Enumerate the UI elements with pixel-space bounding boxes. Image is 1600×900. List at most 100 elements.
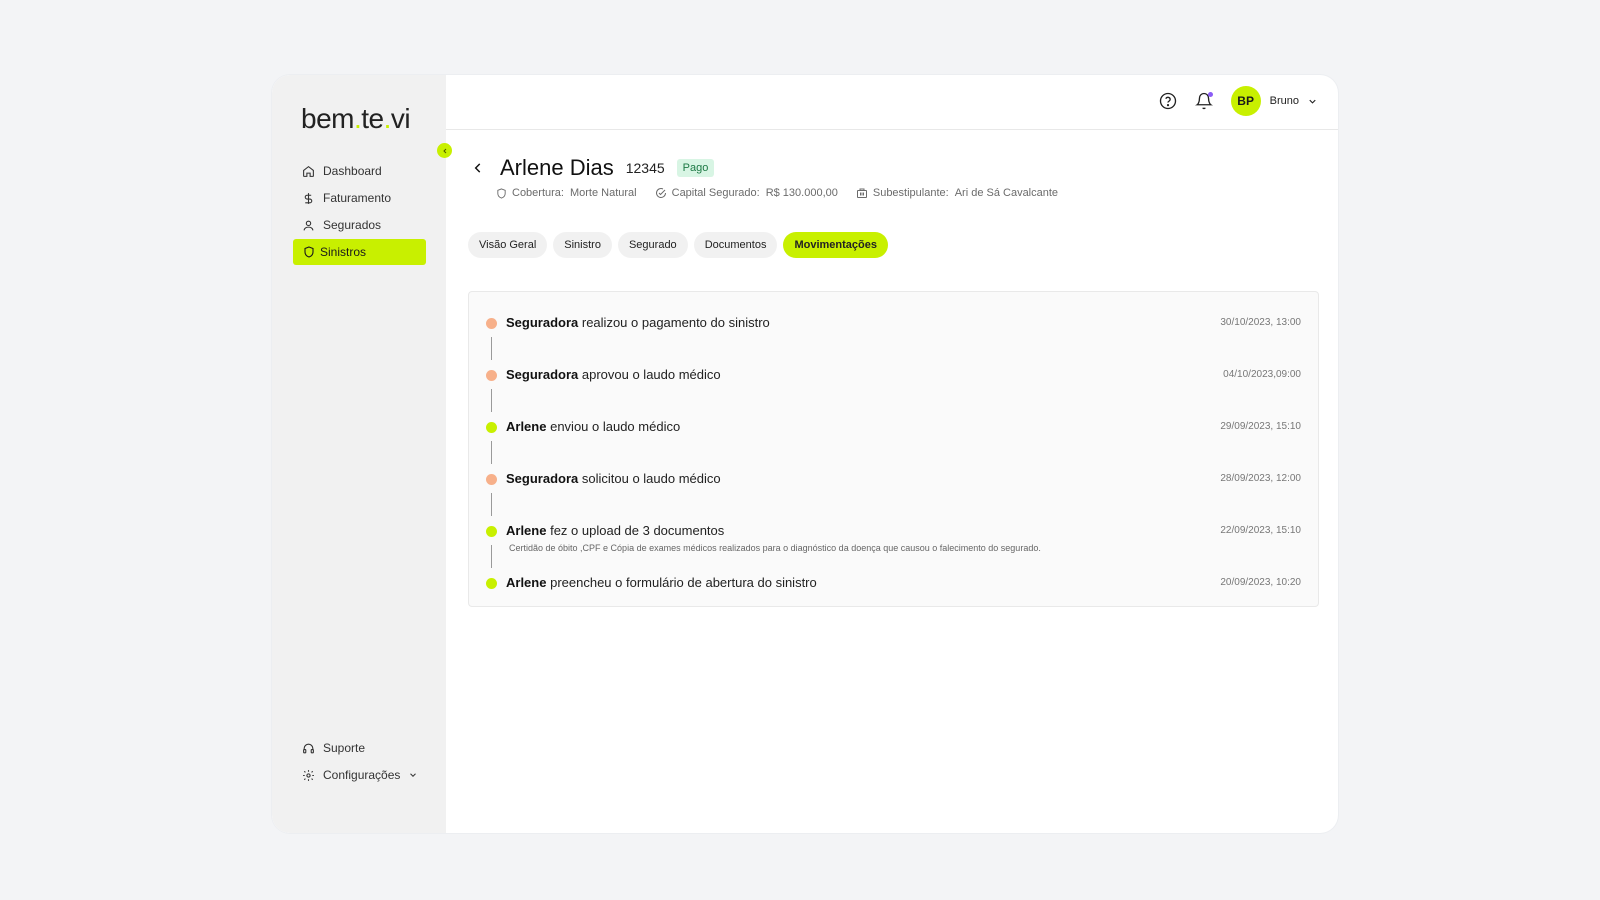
event-text: Arlene preencheu o formulário de abertur… — [506, 575, 817, 590]
claim-id: 12345 — [625, 160, 665, 176]
timeline: Seguradora realizou o pagamento do sinis… — [468, 291, 1319, 607]
meta-label: Cobertura: — [512, 187, 564, 199]
sidebar: bem.te.vi Dashboard Faturamento Segurado… — [272, 75, 446, 833]
top-bar-actions: BP Bruno — [1157, 86, 1318, 116]
event-timestamp: 30/10/2023, 13:00 — [1220, 317, 1301, 328]
event-action: solicitou o laudo médico — [581, 471, 721, 486]
page-title: Arlene Dias — [500, 155, 614, 180]
logo[interactable]: bem.te.vi — [301, 103, 411, 135]
event-timestamp: 20/09/2023, 10:20 — [1220, 577, 1301, 588]
chevron-left-icon — [442, 148, 446, 153]
event-timestamp: 04/10/2023,09:00 — [1223, 369, 1301, 380]
sidebar-item-label: Sinistros — [320, 245, 367, 259]
timeline-connector — [491, 545, 492, 568]
headset-icon — [301, 741, 315, 755]
meta-cobertura: Cobertura: Morte Natural — [496, 187, 637, 199]
claim-meta: Cobertura: Morte Natural Capital Segurad… — [496, 187, 1076, 199]
user-icon — [301, 218, 315, 232]
event-text: Seguradora solicitou o laudo médico — [506, 471, 721, 486]
status-dot — [486, 370, 497, 381]
timeline-event: Seguradora solicitou o laudo médico 28/0… — [486, 469, 1301, 489]
timeline-event: Arlene enviou o laudo médico 29/09/2023,… — [486, 417, 1301, 437]
event-text: Arlene enviou o laudo médico — [506, 419, 680, 434]
status-dot — [486, 578, 497, 589]
logo-text-bem: bem — [301, 103, 354, 134]
logo-text-vi: vi — [390, 103, 411, 134]
notifications-button[interactable] — [1193, 90, 1215, 112]
event-actor: Seguradora — [506, 315, 579, 330]
user-name[interactable]: Bruno — [1270, 95, 1299, 107]
timeline-event: Seguradora realizou o pagamento do sinis… — [486, 313, 1301, 333]
event-text: Arlene fez o upload de 3 documentos — [506, 523, 724, 538]
meta-value: R$ 130.000,00 — [765, 187, 838, 199]
timeline-event: Seguradora aprovou o laudo médico 04/10/… — [486, 365, 1301, 385]
event-action: preencheu o formulário de abertura do si… — [550, 575, 817, 590]
tab-movimentacoes[interactable]: Movimentações — [783, 232, 888, 258]
logo-text-te: te — [361, 103, 384, 134]
sidebar-item-label: Suporte — [323, 741, 366, 755]
status-dot — [486, 422, 497, 433]
event-timestamp: 22/09/2023, 15:10 — [1220, 525, 1301, 536]
timeline-connector — [491, 389, 492, 412]
sidebar-item-sinistros[interactable]: Sinistros — [293, 239, 426, 265]
chevron-down-icon[interactable] — [1307, 96, 1318, 107]
meta-capital: Capital Segurado: R$ 130.000,00 — [655, 187, 838, 199]
back-button[interactable] — [468, 158, 488, 178]
event-action: fez o upload de 3 documentos — [550, 523, 725, 538]
timeline-event: Arlene fez o upload de 3 documentos 22/0… — [486, 521, 1301, 553]
sidebar-item-faturamento[interactable]: Faturamento — [293, 185, 426, 211]
avatar[interactable]: BP — [1230, 86, 1261, 116]
home-icon — [301, 164, 315, 178]
event-actor: Seguradora — [506, 367, 579, 382]
sidebar-nav: Dashboard Faturamento Segurados Sinistro… — [293, 158, 426, 266]
sidebar-item-configuracoes[interactable]: Configurações — [293, 762, 426, 788]
timeline-connector — [491, 441, 492, 464]
event-actor: Arlene — [506, 419, 547, 434]
sidebar-item-label: Configurações — [323, 768, 401, 782]
event-timestamp: 28/09/2023, 12:00 — [1220, 473, 1301, 484]
sidebar-item-suporte[interactable]: Suporte — [293, 735, 426, 761]
chevron-down-icon — [408, 770, 418, 780]
tab-sinistro[interactable]: Sinistro — [553, 232, 612, 258]
status-dot — [486, 526, 497, 537]
gear-icon — [301, 768, 315, 782]
sidebar-bottom-nav: Suporte Configurações — [293, 735, 426, 789]
meta-label: Subestipulante: — [872, 187, 949, 199]
dollar-icon — [301, 191, 315, 205]
main-content: Arlene Dias 12345 Pago Cobertura: Morte … — [446, 130, 1338, 833]
tab-documentos[interactable]: Documentos — [693, 232, 778, 258]
event-timestamp: 29/09/2023, 15:10 — [1220, 421, 1301, 432]
sidebar-item-segurados[interactable]: Segurados — [293, 212, 426, 238]
check-circle-icon — [655, 187, 667, 199]
sidebar-item-dashboard[interactable]: Dashboard — [293, 158, 426, 184]
event-action: realizou o pagamento do sinistro — [581, 315, 770, 330]
notification-dot — [1207, 92, 1213, 97]
sidebar-item-label: Dashboard — [323, 164, 382, 178]
tab-visao-geral[interactable]: Visão Geral — [468, 232, 548, 258]
logo-dot: . — [383, 103, 392, 134]
event-actor: Arlene — [506, 575, 547, 590]
sidebar-item-label: Faturamento — [323, 191, 392, 205]
top-bar: BP Bruno — [446, 75, 1338, 130]
help-button[interactable] — [1157, 90, 1179, 112]
event-actor: Arlene — [506, 523, 547, 538]
meta-subestipulante: Subestipulante: Ari de Sá Cavalcante — [856, 187, 1058, 199]
event-note: Certidão de óbito ,CPF e Cópia de exames… — [509, 543, 1041, 553]
timeline-event: Arlene preencheu o formulário de abertur… — [486, 573, 1301, 593]
app-window: bem.te.vi Dashboard Faturamento Segurado… — [272, 75, 1338, 833]
event-actor: Seguradora — [506, 471, 579, 486]
event-text: Seguradora aprovou o laudo médico — [506, 367, 721, 382]
status-dot — [486, 474, 497, 485]
timeline-connector — [491, 493, 492, 516]
tab-bar: Visão Geral Sinistro Segurado Documentos… — [468, 232, 894, 258]
help-circle-icon — [1159, 92, 1176, 110]
sidebar-collapse-button[interactable] — [437, 143, 452, 158]
meta-value: Ari de Sá Cavalcante — [954, 187, 1059, 199]
event-action: enviou o laudo médico — [550, 419, 681, 434]
meta-value: Morte Natural — [569, 187, 637, 199]
tab-segurado[interactable]: Segurado — [617, 232, 688, 258]
status-badge: Pago — [676, 159, 715, 177]
building-icon — [856, 187, 868, 199]
shield-icon — [496, 187, 507, 199]
chevron-left-icon — [474, 163, 481, 173]
